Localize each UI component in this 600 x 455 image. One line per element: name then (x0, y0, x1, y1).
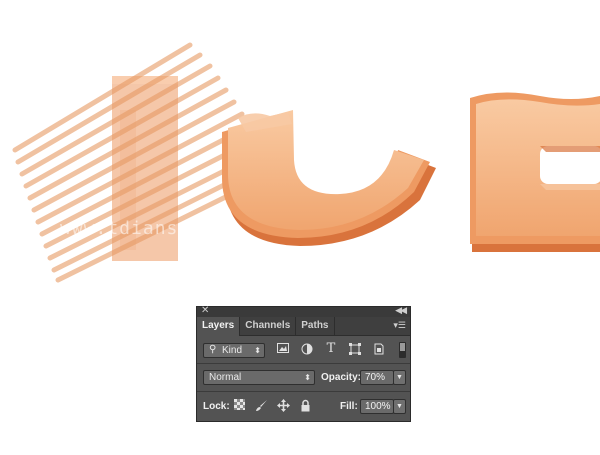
filter-row: ⚲ Kind ⬍ T (197, 337, 410, 363)
blend-mode-select[interactable]: Normal ⬍ (203, 370, 315, 385)
smart-object-filter-icon[interactable] (372, 343, 386, 357)
blend-mode-value: Normal (209, 372, 242, 383)
adjustment-layer-filter-icon[interactable] (300, 343, 314, 357)
type-layer-filter-icon[interactable]: T (324, 342, 338, 356)
filter-kind-label: Kind (222, 345, 243, 356)
lock-all-padlock-icon[interactable] (298, 399, 312, 413)
search-icon: ⚲ (209, 344, 217, 355)
fill-dropdown-button[interactable]: ▼ (393, 399, 406, 414)
collapse-icon[interactable]: ◀◀ (395, 305, 407, 316)
opacity-label: Opacity: (321, 372, 362, 383)
stepper-icon: ⬍ (304, 373, 311, 382)
lock-transparent-pixels-icon[interactable] (232, 399, 246, 413)
panel-title-bar: ✕ ◀◀ (197, 305, 410, 317)
pixel-layer-filter-icon[interactable] (276, 343, 290, 357)
letter-c (222, 110, 436, 246)
lock-position-move-icon[interactable] (276, 399, 290, 413)
divider (197, 391, 410, 392)
layers-panel: ✕ ◀◀ Layers Channels Paths ▾☰ ⚲ Kind ⬍ T (196, 305, 411, 422)
lock-image-pixels-brush-icon[interactable] (254, 399, 268, 413)
panel-tabs: Layers Channels Paths ▾☰ (197, 317, 410, 336)
panel-menu-icon[interactable]: ▾☰ (393, 320, 406, 331)
filter-toggle[interactable] (399, 342, 406, 358)
filter-kind-select[interactable]: ⚲ Kind ⬍ (203, 343, 265, 358)
fill-input[interactable]: 100% (360, 399, 394, 414)
blend-row: Normal ⬍ Opacity: 70% ▼ (197, 364, 410, 390)
fill-label: Fill: (340, 401, 358, 412)
stepper-icon: ⬍ (254, 346, 261, 355)
lock-label: Lock: (203, 401, 230, 412)
letter-e (470, 92, 600, 252)
opacity-input[interactable]: 70% (360, 370, 394, 385)
lock-row: Lock: Fill: 100% ▼ (197, 393, 410, 419)
shape-layer-filter-icon[interactable] (348, 343, 362, 357)
opacity-dropdown-button[interactable]: ▼ (393, 370, 406, 385)
canvas-artwork (12, 42, 600, 283)
tab-channels[interactable]: Channels (240, 317, 297, 335)
watermark-text: www.tdians.com (60, 218, 226, 239)
tab-paths[interactable]: Paths (296, 317, 335, 335)
close-icon[interactable]: ✕ (201, 305, 209, 316)
tab-layers[interactable]: Layers (197, 317, 241, 336)
